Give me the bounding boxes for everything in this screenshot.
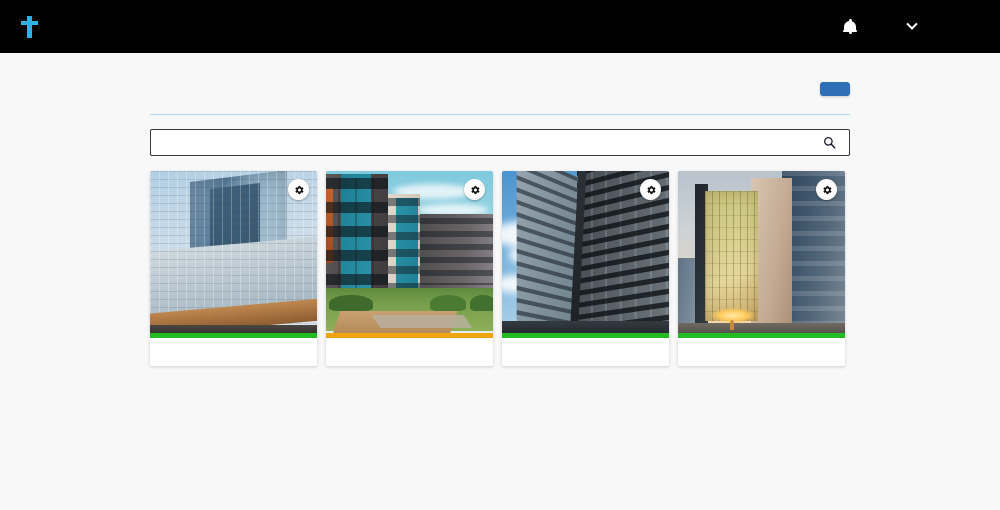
came-cross-logo-icon <box>21 15 38 38</box>
page-body <box>0 53 1000 510</box>
gear-icon <box>646 185 656 194</box>
site-settings-button[interactable] <box>288 179 309 200</box>
bell-icon[interactable] <box>843 18 857 35</box>
title-underline <box>150 114 850 115</box>
sites-grid <box>150 171 850 366</box>
gear-icon <box>294 185 304 194</box>
site-status-bar <box>326 333 493 338</box>
site-card-media <box>502 171 669 338</box>
site-card-media <box>678 171 845 338</box>
site-card-name <box>150 338 317 366</box>
site-card[interactable] <box>502 171 669 366</box>
site-card[interactable] <box>678 171 845 366</box>
gear-icon <box>470 185 480 194</box>
search-input[interactable] <box>159 130 821 155</box>
nav-language-selector[interactable] <box>901 18 918 31</box>
search-icon[interactable] <box>821 135 837 151</box>
came-logo[interactable] <box>14 15 38 38</box>
site-card-media <box>150 171 317 338</box>
chevron-down-icon <box>906 18 918 30</box>
site-card[interactable] <box>326 171 493 366</box>
search-bar[interactable] <box>150 129 850 156</box>
site-card[interactable] <box>150 171 317 366</box>
site-status-bar <box>150 333 317 338</box>
site-settings-button[interactable] <box>640 179 661 200</box>
gear-icon <box>822 185 832 194</box>
top-header-bar <box>0 0 1000 53</box>
site-status-bar <box>502 333 669 338</box>
site-card-media <box>326 171 493 338</box>
title-row <box>150 81 850 115</box>
site-status-bar <box>678 333 845 338</box>
content-container <box>150 53 850 366</box>
site-card-name <box>326 338 493 366</box>
site-settings-button[interactable] <box>816 179 837 200</box>
header-nav <box>843 18 960 35</box>
site-card-name <box>502 338 669 366</box>
site-card-name <box>678 338 845 366</box>
site-settings-button[interactable] <box>464 179 485 200</box>
add-new-site-button[interactable] <box>820 82 850 96</box>
